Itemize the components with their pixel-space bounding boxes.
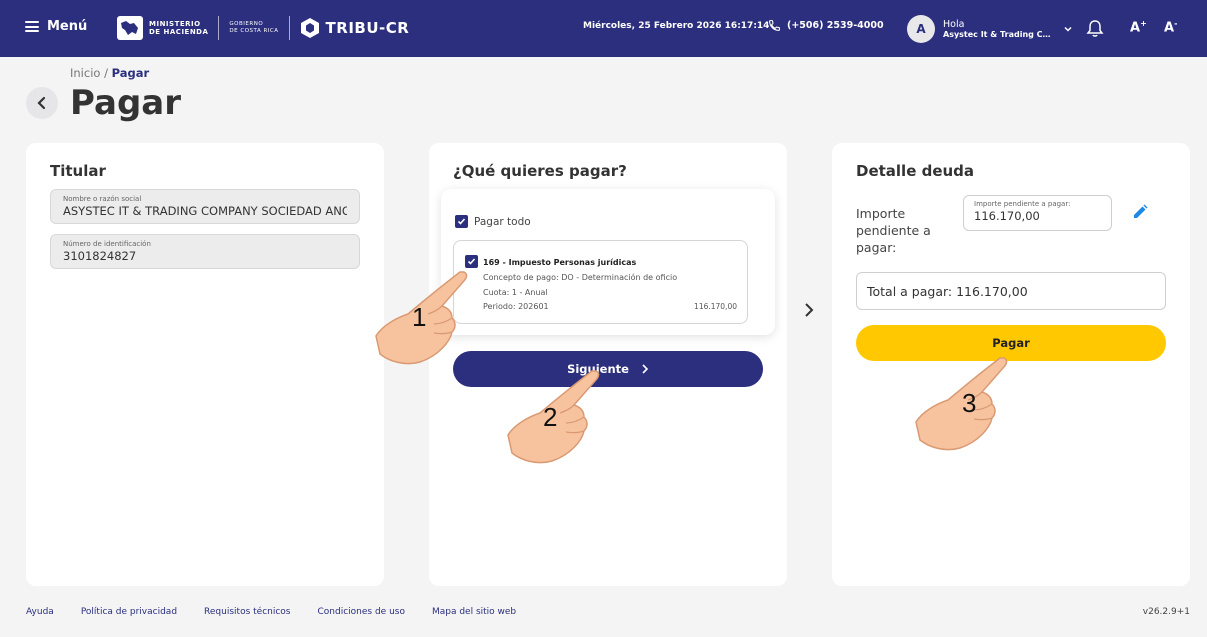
debt-list-panel: Pagar todo 169 - Impuesto Personas juríd… [441,189,775,335]
tutorial-step-2: 2 [543,402,558,432]
font-decrease-button[interactable]: A- [1164,19,1177,35]
pay-selection-heading: ¿Qué quieres pagar? [453,162,627,180]
name-field-value: ASYSTEC IT & TRADING COMPANY SOCIEDAD AN… [63,204,347,218]
debt-item-concept: Concepto de pago: DO - Determinación de … [483,273,678,282]
font-increase-button[interactable]: A+ [1130,19,1147,35]
app-version: v26.2.9+1 [1142,607,1190,617]
tutorial-step-3: 3 [962,388,977,418]
tribu-hex-icon [300,18,319,38]
checkbox-checked-icon [455,215,468,228]
titular-heading: Titular [50,162,106,180]
id-field: Número de identificación 3101824827 [50,234,360,269]
breadcrumb-home[interactable]: Inicio [70,66,100,80]
costa-rica-map-icon [117,16,143,40]
page-title: Pagar [70,83,181,123]
tutorial-step-1: 1 [412,302,427,332]
footer-links: Ayuda Política de privacidad Requisitos … [26,607,516,617]
footer-link-terms[interactable]: Condiciones de uso [318,607,405,617]
tribu-logo: TRIBU-CR [300,17,410,39]
debt-item-periodo: Periodo: 202601 [483,302,549,311]
pay-selection-card: ¿Qué quieres pagar? Pagar todo 169 - Imp… [429,143,787,586]
user-menu[interactable]: A Hola Asystec It & Trading Co... [907,15,1073,43]
edit-pencil-icon[interactable] [1132,204,1148,224]
debt-item-amount: 116.170,00 [694,302,737,311]
government-name: GOBIERNO DE COSTA RICA [229,21,279,34]
greeting: Hola [943,19,965,30]
menu-button[interactable]: Menú [25,19,87,34]
id-field-value: 3101824827 [63,249,137,263]
next-button-label: Siguiente [567,362,629,376]
debt-detail-heading: Detalle deuda [856,162,975,180]
total-to-pay: Total a pagar: 116.170,00 [856,272,1166,310]
pending-amount-input-value: 116.170,00 [974,209,1040,223]
debt-item: 169 - Impuesto Personas jurídicas Concep… [453,240,748,324]
hamburger-icon [25,21,39,32]
current-datetime: Miércoles, 25 Febrero 2026 16:17:14 [583,21,770,31]
debt-item-cuota: Cuota: 1 - Anual [483,288,548,297]
ministry-name: MINISTERIO DE HACIENDA [149,20,209,36]
debt-item-title: 169 - Impuesto Personas jurídicas [483,258,637,267]
step-forward-chevron-icon[interactable] [802,300,816,324]
pending-amount-label: Importe pendiente a pagar: [856,206,931,255]
pay-button[interactable]: Pagar [856,325,1166,361]
pay-all-checkbox[interactable]: Pagar todo [455,215,531,228]
breadcrumb-current: Pagar [111,66,150,80]
footer-link-requirements[interactable]: Requisitos técnicos [204,607,290,617]
next-button[interactable]: Siguiente [453,351,763,387]
avatar: A [907,15,935,43]
debt-item-checkbox[interactable] [465,255,478,268]
debt-detail-card: Detalle deuda Importe pendiente a pagar:… [832,143,1190,586]
chevron-left-icon [37,96,46,110]
user-name: Asystec It & Trading Co... [943,30,1055,39]
footer-link-help[interactable]: Ayuda [26,607,54,617]
back-button[interactable] [26,87,58,119]
footer-link-privacy[interactable]: Política de privacidad [81,607,177,617]
footer-link-sitemap[interactable]: Mapa del sitio web [432,607,516,617]
contact-phone: (+506) 2539-4000 [768,19,884,32]
brand-logos: MINISTERIO DE HACIENDA GOBIERNO DE COSTA… [117,15,409,41]
chevron-down-icon [1064,26,1072,32]
breadcrumb: Inicio / Pagar [70,66,150,80]
pending-amount-input[interactable]: Importe pendiente a pagar: 116.170,00 [963,195,1112,231]
notifications-bell-icon[interactable] [1086,19,1104,42]
pending-amount-input-label: Importe pendiente a pagar: [974,200,1071,208]
chevron-right-icon [642,364,649,374]
phone-icon [769,20,780,31]
top-bar: Menú MINISTERIO DE HACIENDA GOBIERNO DE … [0,0,1207,57]
menu-label: Menú [47,19,88,34]
name-field: Nombre o razón social ASYSTEC IT & TRADI… [50,189,360,224]
pay-all-label: Pagar todo [474,215,531,228]
id-field-label: Número de identificación [63,240,151,248]
titular-card: Titular Nombre o razón social ASYSTEC IT… [26,143,384,586]
name-field-label: Nombre o razón social [63,195,142,203]
